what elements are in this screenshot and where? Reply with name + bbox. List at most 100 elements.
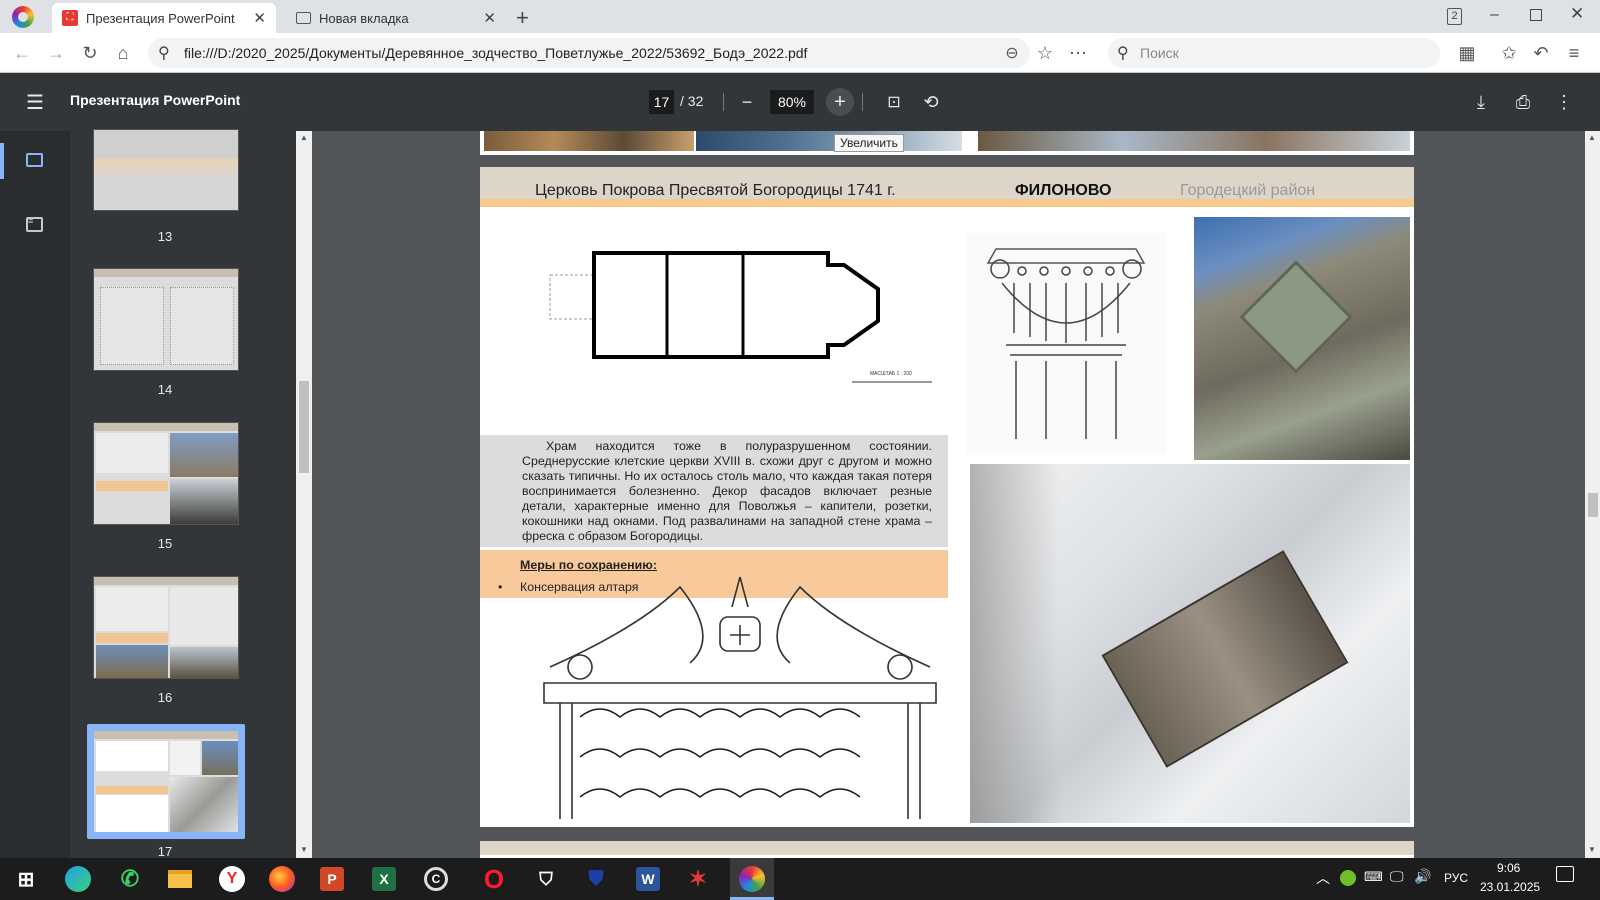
restore-icon[interactable] [1530, 9, 1542, 21]
scroll-up-arrow-icon[interactable]: ▲ [1588, 133, 1596, 142]
close-tab-icon[interactable]: ✕ [253, 9, 266, 27]
zoom-in-tooltip: Увеличить [834, 134, 904, 152]
scroll-down-arrow-icon[interactable]: ▼ [1588, 845, 1596, 854]
tray-chevron-icon[interactable]: ︿ [1316, 868, 1330, 888]
tab-count-badge[interactable]: 2 [1447, 8, 1462, 25]
thumbnail-page-13[interactable] [93, 129, 239, 211]
new-tab-plus-icon[interactable]: + [516, 5, 529, 31]
village-name: ФИЛОНОВО [1015, 182, 1112, 199]
print-icon[interactable]: ⎙ [1511, 90, 1535, 114]
yandex-browser-icon[interactable]: Y [219, 866, 245, 892]
tray-app-icon[interactable] [1340, 870, 1356, 886]
more-options-icon[interactable]: ⋮ [1552, 90, 1576, 114]
viewer-scrollbar[interactable]: ▲ ▼ [1585, 131, 1600, 858]
home-icon[interactable]: ⌂ [111, 41, 135, 65]
thumbnail-page-15[interactable] [93, 422, 239, 525]
sidebar-scrollbar[interactable]: ▲ ▼ [296, 131, 312, 858]
previous-page-bottom [480, 131, 1414, 155]
hamburger-menu-icon[interactable]: ☰ [23, 90, 47, 114]
powerpoint-icon[interactable]: P [320, 867, 344, 891]
thumbnails-view-icon[interactable] [26, 153, 43, 167]
scrollbar-thumb[interactable] [299, 381, 309, 473]
whatsapp-icon[interactable]: ✆ [114, 863, 146, 895]
undo-icon[interactable]: ↶ [1529, 41, 1553, 65]
browser-taskbar-icon[interactable] [739, 866, 765, 892]
excel-icon[interactable]: X [372, 867, 396, 891]
forward-icon[interactable]: → [44, 41, 68, 65]
tab-bar: ⛶ Презентация PowerPoint ✕ Новая вкладка… [0, 0, 1600, 33]
zoom-out-page-icon[interactable]: ⊖ [1000, 41, 1024, 65]
clock-time[interactable]: 9:06 [1497, 861, 1520, 875]
new-tab-page-icon [296, 12, 311, 24]
opera-icon[interactable]: O [478, 863, 510, 895]
menu-icon[interactable]: ≡ [1562, 41, 1586, 65]
thumbnail-sidebar: ≡ 13 14 15 16 17 [0, 129, 296, 859]
zoom-level-input[interactable]: 80% [770, 90, 814, 114]
address-field[interactable]: ⚲ file:///D:/2020_2025/Документы/Деревян… [148, 38, 1030, 68]
thumbnail-page-14[interactable] [93, 268, 239, 371]
floor-plan-drawing: МАСШТАБ 1 : 200 [549, 251, 932, 383]
outline-view-icon[interactable]: ≡ [26, 217, 43, 232]
reload-icon[interactable]: ↻ [78, 41, 102, 65]
browser-logo-icon[interactable] [12, 6, 34, 28]
scrollbar-thumb[interactable] [1588, 493, 1598, 517]
document-title: Презентация PowerPoint [70, 92, 241, 108]
url-text: file:///D:/2020_2025/Документы/Деревянно… [184, 45, 808, 61]
search-field[interactable]: ⚲ Поиск [1108, 38, 1440, 68]
red-star-app-icon[interactable]: ✶ [682, 863, 714, 895]
document-viewer[interactable]: Церковь Покрова Пресвятой Богородицы 174… [312, 131, 1585, 858]
back-icon[interactable]: ← [10, 41, 34, 65]
close-window-icon[interactable]: ✕ [1570, 4, 1584, 24]
notifications-icon[interactable] [1556, 866, 1574, 882]
kokoshnik-sketch [543, 576, 937, 819]
taskbar: ⊞ ✆ Y P X C O ⛉ ⛊ W ✶ ︿ ⌨ 🖵 🔊 РУС 9:06 2… [0, 858, 1600, 900]
clock-date[interactable]: 23.01.2025 [1480, 880, 1540, 894]
more-dots-icon[interactable]: ⋯ [1066, 41, 1090, 65]
security-app-icon[interactable]: ⛊ [580, 863, 612, 895]
tab-new[interactable]: Новая вкладка ✕ [286, 3, 506, 33]
zoom-in-icon[interactable]: + [826, 88, 854, 116]
navigation-bar: ← → ↻ ⌂ ⚲ file:///D:/2020_2025/Документы… [0, 33, 1600, 73]
word-icon[interactable]: W [636, 867, 660, 891]
next-page-top [480, 841, 1414, 858]
scale-label: МАСШТАБ 1 : 200 [870, 371, 912, 377]
file-explorer-icon[interactable] [164, 863, 196, 895]
slide-header: Церковь Покрова Пресвятой Богородицы 174… [480, 167, 1414, 207]
bullet-icon: • [498, 580, 503, 594]
close-tab-icon[interactable]: ✕ [483, 9, 496, 27]
keyboard-icon[interactable]: ⌨ [1364, 869, 1383, 885]
thumbnail-page-17[interactable] [93, 730, 239, 833]
download-icon[interactable]: ⤓ [1469, 90, 1493, 114]
zoom-out-icon[interactable]: − [735, 90, 759, 114]
firefox-icon[interactable] [269, 866, 295, 892]
c-app-icon[interactable]: C [424, 867, 448, 891]
thumbnail-number: 13 [157, 229, 173, 244]
volume-icon[interactable]: 🔊 [1414, 868, 1431, 885]
bookmark-star-icon[interactable]: ☆ [1033, 41, 1057, 65]
page-number-input[interactable]: 17 [649, 90, 674, 114]
tree-shadow [970, 464, 1060, 823]
description-text: Храм находится тоже в полуразрушенном со… [480, 435, 948, 547]
shield-app-icon[interactable]: ⛉ [530, 863, 562, 895]
search-icon: ⚲ [158, 45, 170, 62]
rotate-icon[interactable]: ⟲ [919, 90, 943, 114]
search-placeholder: Поиск [1140, 45, 1179, 61]
favorites-icon[interactable]: ✩ [1497, 41, 1521, 65]
network-icon[interactable]: 🖵 [1390, 868, 1404, 885]
thumbnail-page-16[interactable] [93, 576, 239, 679]
tab-title: Презентация PowerPoint [86, 10, 235, 26]
photo-strip [696, 131, 962, 151]
grid-apps-icon[interactable]: ▦ [1455, 41, 1479, 65]
edge-icon[interactable] [65, 866, 91, 892]
district-name: Городецкий район [1180, 182, 1316, 199]
scroll-down-arrow-icon[interactable]: ▼ [300, 845, 308, 854]
windows-start-icon[interactable]: ⊞ [10, 863, 42, 895]
minimize-icon[interactable]: – [1490, 6, 1499, 24]
scroll-up-arrow-icon[interactable]: ▲ [300, 133, 308, 142]
language-indicator[interactable]: РУС [1444, 871, 1468, 885]
sidebar-tabs: ≡ [0, 131, 70, 858]
tab-presentation[interactable]: ⛶ Презентация PowerPoint ✕ [52, 3, 276, 33]
pdf-file-icon: ⛶ [62, 10, 78, 26]
fit-page-icon[interactable]: ⊡ [882, 90, 906, 114]
thumbnail-number: 16 [157, 690, 173, 705]
